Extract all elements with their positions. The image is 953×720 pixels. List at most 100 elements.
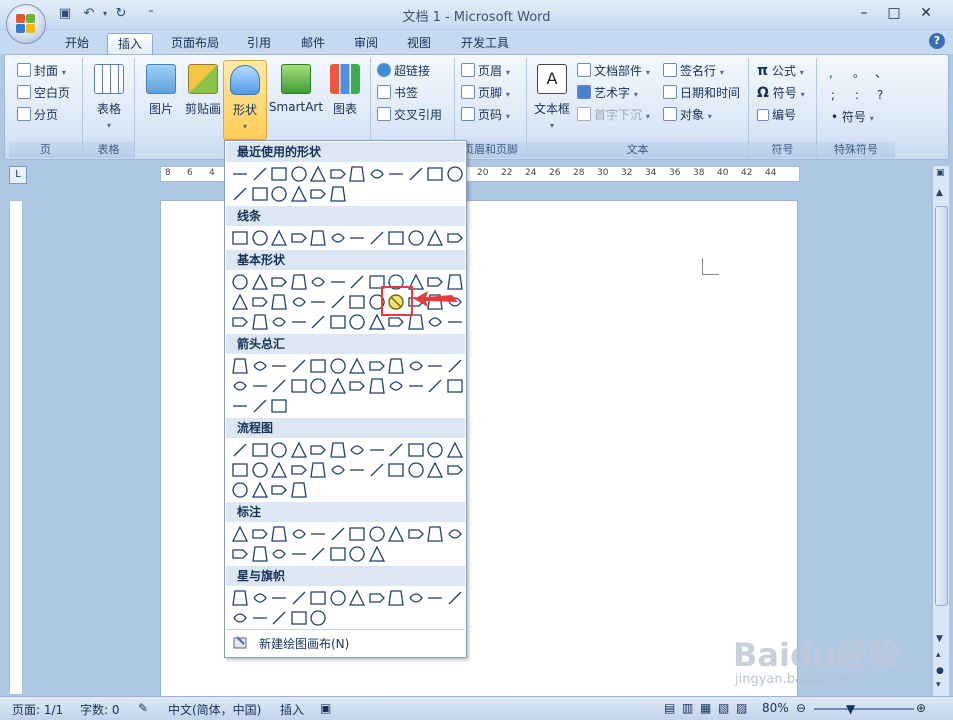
tab-home[interactable]: 开始 [56,33,98,54]
help-icon[interactable]: ? [929,33,945,49]
shape-item[interactable] [231,481,249,499]
shape-item[interactable] [348,357,366,375]
shape-item[interactable] [231,273,249,291]
shape-item[interactable] [251,441,269,459]
view-full-screen-icon[interactable]: ▥ [682,701,693,715]
shape-item[interactable] [270,481,288,499]
shape-item[interactable] [329,273,347,291]
shape-item[interactable] [309,441,327,459]
shape-item[interactable] [387,525,405,543]
shape-item[interactable] [348,461,366,479]
shape-item[interactable] [251,481,269,499]
shape-item[interactable] [309,461,327,479]
shape-item[interactable] [290,481,308,499]
new-drawing-canvas-item[interactable]: 新建绘图画布(N) [226,629,465,655]
shape-item[interactable] [426,313,444,331]
header-button[interactable]: 页眉 ▾ [461,61,510,81]
shape-item[interactable] [290,377,308,395]
scroll-up-icon[interactable]: ▲ [936,188,943,198]
shape-item[interactable] [231,377,249,395]
shape-item[interactable] [309,313,327,331]
shape-item[interactable] [348,293,366,311]
shape-item[interactable] [309,545,327,563]
shape-item[interactable] [329,313,347,331]
quick-parts-button[interactable]: 文档部件 ▾ [577,61,650,81]
shape-item[interactable] [446,357,464,375]
shape-item[interactable] [368,357,386,375]
tab-view[interactable]: 视图 [398,33,440,54]
zoom-slider-thumb[interactable]: ▼ [846,702,855,716]
shape-item[interactable] [309,357,327,375]
vertical-ruler[interactable] [9,200,23,695]
shape-item[interactable] [407,165,425,183]
shape-item[interactable] [290,313,308,331]
shape-item[interactable] [309,589,327,607]
cross-reference-button[interactable]: 交叉引用 [377,105,442,125]
view-print-layout-icon[interactable]: ▤ [664,701,675,715]
shape-item[interactable] [270,313,288,331]
shape-item[interactable] [270,357,288,375]
hyperlink-button[interactable]: 超链接 [377,61,430,81]
shape-item[interactable] [329,293,347,311]
zoom-out-icon[interactable]: ⊖ [796,701,806,715]
shape-item[interactable] [270,273,288,291]
shape-item[interactable] [387,165,405,183]
special-char-period[interactable]: 。 [853,63,865,83]
shape-item[interactable] [329,545,347,563]
shape-item[interactable] [407,229,425,247]
shape-item[interactable] [368,461,386,479]
shape-item[interactable] [290,273,308,291]
shape-item[interactable] [446,589,464,607]
shape-item[interactable] [290,609,308,627]
minimize-button[interactable]: – [850,4,878,22]
shape-item[interactable] [329,461,347,479]
blank-page-button[interactable]: 空白页 [17,83,70,103]
shape-item[interactable] [368,525,386,543]
shape-item[interactable] [407,525,425,543]
shape-item[interactable] [387,461,405,479]
shape-item[interactable] [231,293,249,311]
shape-item[interactable] [231,313,249,331]
shape-item[interactable] [309,525,327,543]
tab-insert[interactable]: 插入 [107,33,153,54]
shape-item[interactable] [348,441,366,459]
shape-item[interactable] [251,525,269,543]
shape-item[interactable] [348,545,366,563]
shape-item[interactable] [309,185,327,203]
shape-item[interactable] [329,589,347,607]
shape-item[interactable] [309,609,327,627]
shape-item[interactable] [348,229,366,247]
shape-item[interactable] [407,461,425,479]
shape-item[interactable] [426,377,444,395]
shape-item[interactable] [348,589,366,607]
numbering-button[interactable]: 编号 [757,105,796,125]
shape-item[interactable] [348,525,366,543]
shape-item[interactable] [290,545,308,563]
office-button[interactable] [6,4,46,44]
page-number-button[interactable]: 页码 ▾ [461,105,510,125]
view-draft-icon[interactable]: ▨ [736,701,747,715]
shape-item[interactable] [231,229,249,247]
zoom-slider[interactable] [814,708,914,710]
shape-item[interactable] [290,461,308,479]
macro-record-icon[interactable]: ▣ [320,701,331,715]
shape-item[interactable] [348,165,366,183]
special-char-enum-comma[interactable]: 、 [875,63,887,83]
shape-item[interactable] [348,377,366,395]
shape-item[interactable] [407,589,425,607]
shape-item[interactable] [270,185,288,203]
shape-item[interactable] [270,377,288,395]
shape-item[interactable] [251,609,269,627]
shape-item[interactable] [270,461,288,479]
smartart-button[interactable]: SmartArt [267,64,325,114]
shape-item[interactable] [251,397,269,415]
special-char-colon[interactable]: : [855,85,859,105]
shape-item[interactable] [446,229,464,247]
shape-item[interactable] [231,545,249,563]
shape-item[interactable] [407,441,425,459]
shape-item[interactable] [270,525,288,543]
shape-item[interactable] [231,609,249,627]
shape-item[interactable] [231,589,249,607]
shape-item[interactable] [368,441,386,459]
proofing-icon[interactable]: ✎ [138,701,148,715]
